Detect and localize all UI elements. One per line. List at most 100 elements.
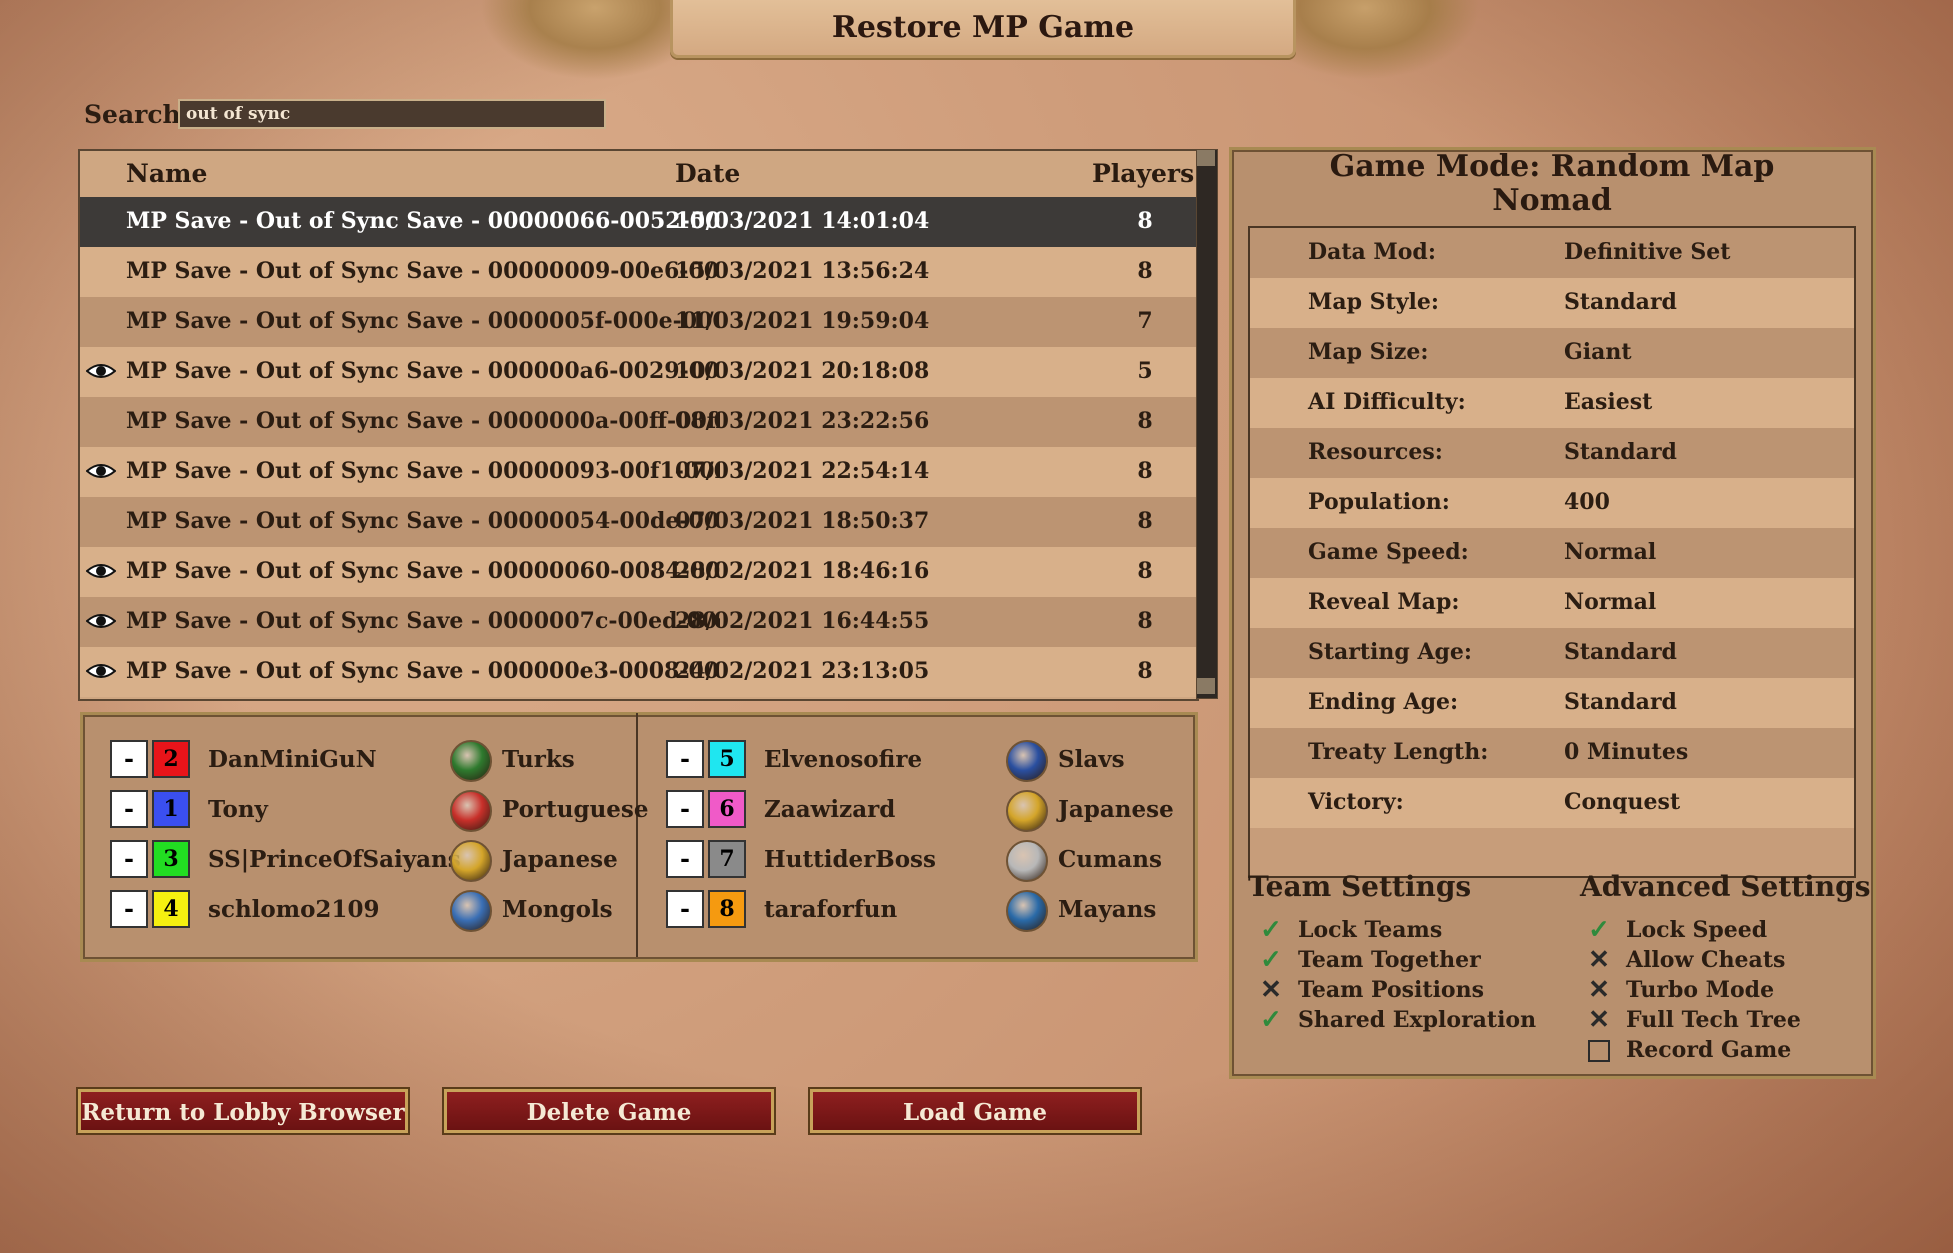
save-players: 8 xyxy=(1137,508,1153,534)
setting-value: Standard xyxy=(1564,439,1677,465)
option-label: Allow Cheats xyxy=(1626,947,1786,973)
setting-row: Data Mod: Definitive Set xyxy=(1250,228,1854,278)
player-remove-button[interactable]: - xyxy=(666,890,704,928)
column-header-name[interactable]: Name xyxy=(126,159,207,188)
setting-value: Normal xyxy=(1564,589,1657,615)
save-row[interactable]: MP Save - Out of Sync Save - 0000000a-00… xyxy=(80,397,1197,447)
player-remove-button[interactable]: - xyxy=(666,790,704,828)
player-name: DanMiniGuN xyxy=(208,746,377,773)
save-row[interactable]: MP Save - Out of Sync Save - 00000009-00… xyxy=(80,247,1197,297)
player-remove-button[interactable]: - xyxy=(110,840,148,878)
save-row[interactable]: MP Save - Out of Sync Save - 00000066-00… xyxy=(80,197,1197,247)
player-name: HuttiderBoss xyxy=(764,846,936,873)
save-players: 8 xyxy=(1137,558,1153,584)
save-date: 28/02/2021 18:46:16 xyxy=(675,558,930,584)
save-date: 08/03/2021 23:22:56 xyxy=(675,408,930,434)
column-header-date[interactable]: Date xyxy=(675,159,740,188)
search-input[interactable] xyxy=(178,99,606,129)
save-players: 8 xyxy=(1137,408,1153,434)
player-remove-button[interactable]: - xyxy=(666,740,704,778)
save-row[interactable]: MP Save - Out of Sync Save - 000000a6-00… xyxy=(80,347,1197,397)
spectate-eye-icon xyxy=(85,361,117,381)
setting-value: Conquest xyxy=(1564,789,1681,815)
setting-value: Normal xyxy=(1564,539,1657,565)
player-color-number: 4 xyxy=(152,890,190,928)
player-remove-button[interactable]: - xyxy=(110,740,148,778)
checkmark-icon: ✓ xyxy=(1260,915,1282,945)
save-name: MP Save - Out of Sync Save - 0000007c-00… xyxy=(126,608,720,634)
setting-value: 400 xyxy=(1564,489,1610,515)
player-color-number: 3 xyxy=(152,840,190,878)
setting-label: Population: xyxy=(1308,489,1450,515)
save-row[interactable]: MP Save - Out of Sync Save - 00000054-00… xyxy=(80,497,1197,547)
checkmark-icon: ✓ xyxy=(1588,915,1610,945)
save-name: MP Save - Out of Sync Save - 0000005f-00… xyxy=(126,308,720,334)
setting-label: Treaty Length: xyxy=(1308,739,1489,765)
player-remove-button[interactable]: - xyxy=(666,840,704,878)
player-row: -1 Tony Portuguese xyxy=(110,790,649,832)
cumans-emblem-icon xyxy=(1006,840,1048,882)
scroll-down-arrow-icon[interactable] xyxy=(1197,678,1215,694)
setting-row: Population: 400 xyxy=(1250,478,1854,528)
player-color-number: 1 xyxy=(152,790,190,828)
advanced-settings-title: Advanced Settings xyxy=(1580,870,1871,903)
save-players: 8 xyxy=(1137,208,1153,234)
setting-label: Starting Age: xyxy=(1308,639,1473,665)
player-civilization: Mayans xyxy=(1058,896,1157,923)
setting-value: Standard xyxy=(1564,289,1677,315)
setting-row: Starting Age: Standard xyxy=(1250,628,1854,678)
saves-list: Name Date Players MP Save - Out of Sync … xyxy=(78,149,1199,701)
setting-label: Ending Age: xyxy=(1308,689,1459,715)
save-row[interactable]: MP Save - Out of Sync Save - 0000005f-00… xyxy=(80,297,1197,347)
player-row: -8 taraforfun Mayans xyxy=(666,890,1186,932)
spectate-eye-icon xyxy=(85,661,117,681)
option-label: Lock Teams xyxy=(1298,917,1443,943)
japanese-emblem-icon xyxy=(450,840,492,882)
scroll-up-arrow-icon[interactable] xyxy=(1197,150,1215,166)
save-row[interactable]: MP Save - Out of Sync Save - 000000e3-00… xyxy=(80,647,1197,697)
checkmark-icon: ✓ xyxy=(1260,945,1282,975)
saves-scrollbar[interactable] xyxy=(1196,149,1218,699)
player-name: Elvenosofire xyxy=(764,746,923,773)
save-row[interactable]: MP Save - Out of Sync Save - 00000060-00… xyxy=(80,547,1197,597)
player-row: -6 Zaawizard Japanese xyxy=(666,790,1186,832)
save-name: MP Save - Out of Sync Save - 00000066-00… xyxy=(126,208,720,234)
search-label: Search xyxy=(84,100,181,129)
option-label: Team Together xyxy=(1298,947,1481,973)
player-civilization: Cumans xyxy=(1058,846,1162,873)
player-civilization: Portuguese xyxy=(502,796,649,823)
spectate-eye-icon xyxy=(85,561,117,581)
cross-icon: ✕ xyxy=(1588,1005,1610,1035)
setting-row: Reveal Map: Normal xyxy=(1250,578,1854,628)
save-date: 15/03/2021 13:56:24 xyxy=(675,258,930,284)
spectate-eye-icon xyxy=(85,611,117,631)
setting-row: Map Size: Giant xyxy=(1250,328,1854,378)
setting-label: Data Mod: xyxy=(1308,239,1436,265)
setting-value: Giant xyxy=(1564,339,1632,365)
player-remove-button[interactable]: - xyxy=(110,790,148,828)
player-color-number: 7 xyxy=(708,840,746,878)
player-row: -3 SS|PrinceOfSaiyans Japanese xyxy=(110,840,630,882)
player-name: Zaawizard xyxy=(764,796,896,823)
save-name: MP Save - Out of Sync Save - 000000a6-00… xyxy=(126,358,720,384)
return-to-lobby-button[interactable]: Return to Lobby Browser xyxy=(78,1089,408,1133)
delete-game-button[interactable]: Delete Game xyxy=(444,1089,774,1133)
player-name: taraforfun xyxy=(764,896,898,923)
player-name: SS|PrinceOfSaiyans xyxy=(208,846,461,873)
option-label: Turbo Mode xyxy=(1626,977,1775,1003)
save-date: 11/03/2021 19:59:04 xyxy=(675,308,930,334)
slavs-emblem-icon xyxy=(1006,740,1048,782)
save-name: MP Save - Out of Sync Save - 00000093-00… xyxy=(126,458,720,484)
player-civilization: Japanese xyxy=(1058,796,1174,823)
save-row[interactable]: MP Save - Out of Sync Save - 0000007c-00… xyxy=(80,597,1197,647)
saves-header: Name Date Players xyxy=(80,151,1197,197)
turks-emblem-icon xyxy=(450,740,492,782)
save-row[interactable]: MP Save - Out of Sync Save - 00000093-00… xyxy=(80,447,1197,497)
column-header-players[interactable]: Players xyxy=(1092,159,1194,188)
player-remove-button[interactable]: - xyxy=(110,890,148,928)
save-date: 07/03/2021 18:50:37 xyxy=(675,508,930,534)
mongols-emblem-icon xyxy=(450,890,492,932)
setting-value: Standard xyxy=(1564,689,1677,715)
setting-row: Resources: Standard xyxy=(1250,428,1854,478)
load-game-button[interactable]: Load Game xyxy=(810,1089,1140,1133)
